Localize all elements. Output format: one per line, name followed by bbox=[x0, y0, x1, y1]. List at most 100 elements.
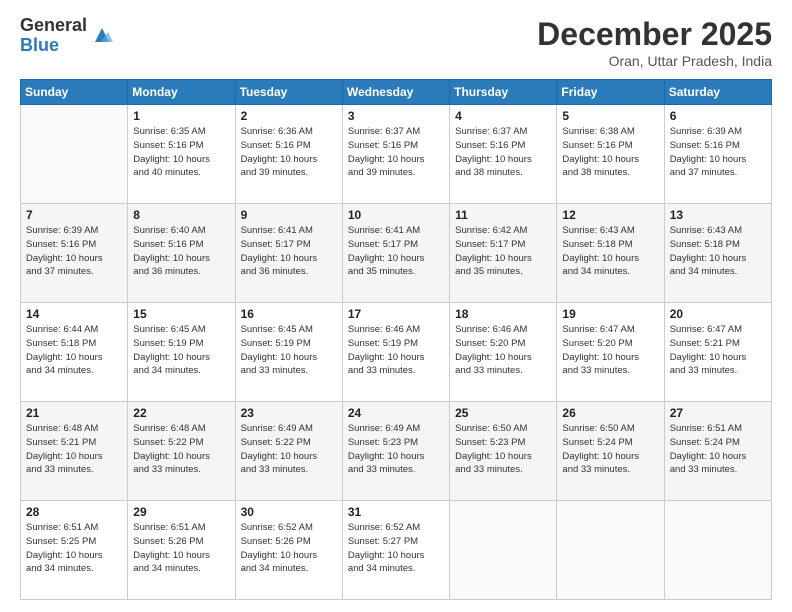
day-info: Sunrise: 6:46 AM Sunset: 5:19 PM Dayligh… bbox=[348, 323, 444, 378]
header: General Blue December 2025 Oran, Uttar P… bbox=[20, 16, 772, 69]
day-info: Sunrise: 6:39 AM Sunset: 5:16 PM Dayligh… bbox=[26, 224, 122, 279]
calendar-day: 23Sunrise: 6:49 AM Sunset: 5:22 PM Dayli… bbox=[235, 402, 342, 501]
col-monday: Monday bbox=[128, 80, 235, 105]
calendar-day: 31 Sunrise: 6:52 AM Sunset: 5:27 PM Dayli… bbox=[342, 501, 449, 600]
day-number: 10 bbox=[348, 208, 444, 222]
day-info: Sunrise: 6:43 AM Sunset: 5:18 PM Dayligh… bbox=[670, 224, 766, 279]
day-number: 23 bbox=[241, 406, 337, 420]
col-saturday: Saturday bbox=[664, 80, 771, 105]
calendar-day: 4Sunrise: 6:37 AM Sunset: 5:16 PM Daylig… bbox=[450, 105, 557, 204]
day-number: 6 bbox=[670, 109, 766, 123]
day-number: 4 bbox=[455, 109, 551, 123]
day-info: Sunrise: 6:36 AM Sunset: 5:16 PM Dayligh… bbox=[241, 125, 337, 180]
logo-text: General Blue bbox=[20, 16, 87, 56]
day-info: Sunrise: 6:52 AM Sunset: 5:27 PM Dayligh… bbox=[348, 521, 444, 576]
calendar-day bbox=[450, 501, 557, 600]
day-number: 28 bbox=[26, 505, 122, 519]
calendar-week-row: 28 Sunrise: 6:51 AM Sunset: 5:25 PM Dayli… bbox=[21, 501, 772, 600]
day-number: 21 bbox=[26, 406, 122, 420]
calendar-day: 5 Sunrise: 6:38 AM Sunset: 5:16 PM Daylig… bbox=[557, 105, 664, 204]
day-info: Sunrise: 6:35 AM Sunset: 5:16 PM Dayligh… bbox=[133, 125, 229, 180]
calendar-day: 27Sunrise: 6:51 AM Sunset: 5:24 PM Dayli… bbox=[664, 402, 771, 501]
calendar-day: 14Sunrise: 6:44 AM Sunset: 5:18 PM Dayli… bbox=[21, 303, 128, 402]
day-info: Sunrise: 6:47 AM Sunset: 5:20 PM Dayligh… bbox=[562, 323, 658, 378]
day-number: 16 bbox=[241, 307, 337, 321]
calendar-day: 12 Sunrise: 6:43 AM Sunset: 5:18 PM Dayli… bbox=[557, 204, 664, 303]
day-number: 3 bbox=[348, 109, 444, 123]
day-number: 11 bbox=[455, 208, 551, 222]
calendar-day: 16 Sunrise: 6:45 AM Sunset: 5:19 PM Dayli… bbox=[235, 303, 342, 402]
day-info: Sunrise: 6:50 AM Sunset: 5:24 PM Dayligh… bbox=[562, 422, 658, 477]
day-info: Sunrise: 6:51 AM Sunset: 5:26 PM Dayligh… bbox=[133, 521, 229, 576]
day-info: Sunrise: 6:49 AM Sunset: 5:23 PM Dayligh… bbox=[348, 422, 444, 477]
calendar-day: 11 Sunrise: 6:42 AM Sunset: 5:17 PM Dayli… bbox=[450, 204, 557, 303]
day-info: Sunrise: 6:37 AM Sunset: 5:16 PM Dayligh… bbox=[348, 125, 444, 180]
calendar-day: 17Sunrise: 6:46 AM Sunset: 5:19 PM Dayli… bbox=[342, 303, 449, 402]
day-number: 12 bbox=[562, 208, 658, 222]
day-info: Sunrise: 6:47 AM Sunset: 5:21 PM Dayligh… bbox=[670, 323, 766, 378]
day-number: 25 bbox=[455, 406, 551, 420]
day-number: 18 bbox=[455, 307, 551, 321]
col-sunday: Sunday bbox=[21, 80, 128, 105]
calendar-day: 20Sunrise: 6:47 AM Sunset: 5:21 PM Dayli… bbox=[664, 303, 771, 402]
calendar-day: 7 Sunrise: 6:39 AM Sunset: 5:16 PM Daylig… bbox=[21, 204, 128, 303]
col-friday: Friday bbox=[557, 80, 664, 105]
day-info: Sunrise: 6:50 AM Sunset: 5:23 PM Dayligh… bbox=[455, 422, 551, 477]
day-info: Sunrise: 6:38 AM Sunset: 5:16 PM Dayligh… bbox=[562, 125, 658, 180]
day-number: 2 bbox=[241, 109, 337, 123]
calendar-day: 26 Sunrise: 6:50 AM Sunset: 5:24 PM Dayli… bbox=[557, 402, 664, 501]
calendar-day: 18Sunrise: 6:46 AM Sunset: 5:20 PM Dayli… bbox=[450, 303, 557, 402]
day-info: Sunrise: 6:39 AM Sunset: 5:16 PM Dayligh… bbox=[670, 125, 766, 180]
logo-general: General bbox=[20, 16, 87, 36]
calendar-day: 25 Sunrise: 6:50 AM Sunset: 5:23 PM Dayli… bbox=[450, 402, 557, 501]
day-number: 22 bbox=[133, 406, 229, 420]
calendar-day: 24 Sunrise: 6:49 AM Sunset: 5:23 PM Dayli… bbox=[342, 402, 449, 501]
day-number: 8 bbox=[133, 208, 229, 222]
calendar-day: 28 Sunrise: 6:51 AM Sunset: 5:25 PM Dayli… bbox=[21, 501, 128, 600]
day-info: Sunrise: 6:45 AM Sunset: 5:19 PM Dayligh… bbox=[133, 323, 229, 378]
calendar-day: 9 Sunrise: 6:41 AM Sunset: 5:17 PM Daylig… bbox=[235, 204, 342, 303]
day-number: 9 bbox=[241, 208, 337, 222]
day-info: Sunrise: 6:42 AM Sunset: 5:17 PM Dayligh… bbox=[455, 224, 551, 279]
day-number: 7 bbox=[26, 208, 122, 222]
calendar-day: 6 Sunrise: 6:39 AM Sunset: 5:16 PM Daylig… bbox=[664, 105, 771, 204]
day-number: 26 bbox=[562, 406, 658, 420]
day-info: Sunrise: 6:41 AM Sunset: 5:17 PM Dayligh… bbox=[241, 224, 337, 279]
title-block: December 2025 Oran, Uttar Pradesh, India bbox=[537, 16, 772, 69]
calendar-day: 1Sunrise: 6:35 AM Sunset: 5:16 PM Daylig… bbox=[128, 105, 235, 204]
calendar-day bbox=[557, 501, 664, 600]
day-number: 29 bbox=[133, 505, 229, 519]
col-wednesday: Wednesday bbox=[342, 80, 449, 105]
col-tuesday: Tuesday bbox=[235, 80, 342, 105]
day-info: Sunrise: 6:51 AM Sunset: 5:24 PM Dayligh… bbox=[670, 422, 766, 477]
day-number: 19 bbox=[562, 307, 658, 321]
day-info: Sunrise: 6:44 AM Sunset: 5:18 PM Dayligh… bbox=[26, 323, 122, 378]
calendar-day: 2 Sunrise: 6:36 AM Sunset: 5:16 PM Daylig… bbox=[235, 105, 342, 204]
day-number: 5 bbox=[562, 109, 658, 123]
calendar-week-row: 7 Sunrise: 6:39 AM Sunset: 5:16 PM Daylig… bbox=[21, 204, 772, 303]
calendar-day bbox=[21, 105, 128, 204]
day-number: 24 bbox=[348, 406, 444, 420]
day-number: 30 bbox=[241, 505, 337, 519]
day-info: Sunrise: 6:51 AM Sunset: 5:25 PM Dayligh… bbox=[26, 521, 122, 576]
calendar-day: 22Sunrise: 6:48 AM Sunset: 5:22 PM Dayli… bbox=[128, 402, 235, 501]
logo: General Blue bbox=[20, 16, 113, 56]
day-number: 31 bbox=[348, 505, 444, 519]
calendar-day: 19 Sunrise: 6:47 AM Sunset: 5:20 PM Dayli… bbox=[557, 303, 664, 402]
calendar-day: 8Sunrise: 6:40 AM Sunset: 5:16 PM Daylig… bbox=[128, 204, 235, 303]
day-info: Sunrise: 6:45 AM Sunset: 5:19 PM Dayligh… bbox=[241, 323, 337, 378]
day-number: 13 bbox=[670, 208, 766, 222]
page: General Blue December 2025 Oran, Uttar P… bbox=[0, 0, 792, 612]
day-info: Sunrise: 6:43 AM Sunset: 5:18 PM Dayligh… bbox=[562, 224, 658, 279]
logo-blue: Blue bbox=[20, 36, 87, 56]
calendar-day: 15Sunrise: 6:45 AM Sunset: 5:19 PM Dayli… bbox=[128, 303, 235, 402]
calendar-week-row: 14Sunrise: 6:44 AM Sunset: 5:18 PM Dayli… bbox=[21, 303, 772, 402]
calendar-day: 3 Sunrise: 6:37 AM Sunset: 5:16 PM Daylig… bbox=[342, 105, 449, 204]
calendar-day: 10 Sunrise: 6:41 AM Sunset: 5:17 PM Dayli… bbox=[342, 204, 449, 303]
calendar-day bbox=[664, 501, 771, 600]
col-thursday: Thursday bbox=[450, 80, 557, 105]
header-row: Sunday Monday Tuesday Wednesday Thursday… bbox=[21, 80, 772, 105]
calendar-week-row: 21 Sunrise: 6:48 AM Sunset: 5:21 PM Dayli… bbox=[21, 402, 772, 501]
day-info: Sunrise: 6:41 AM Sunset: 5:17 PM Dayligh… bbox=[348, 224, 444, 279]
day-info: Sunrise: 6:48 AM Sunset: 5:21 PM Dayligh… bbox=[26, 422, 122, 477]
